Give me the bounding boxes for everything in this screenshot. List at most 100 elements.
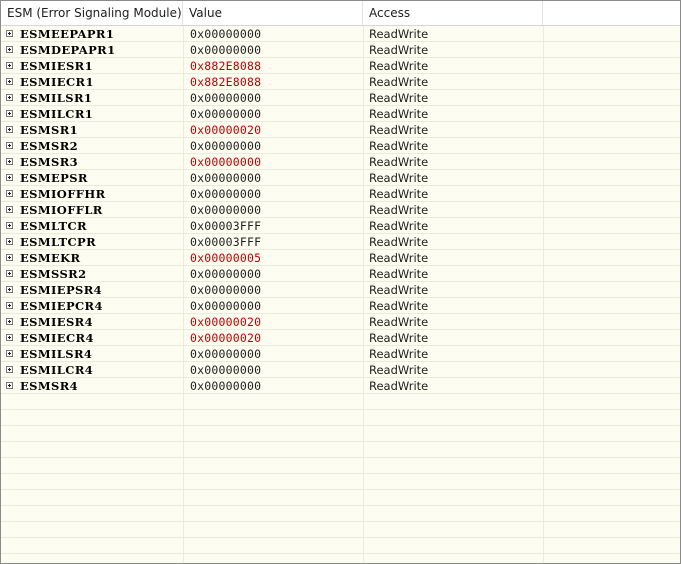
register-value[interactable]: 0x00003FFF	[190, 218, 360, 234]
expand-plus-icon[interactable]	[6, 302, 13, 309]
register-value[interactable]: 0x00000000	[190, 362, 360, 378]
register-name-cell: ESMIESR4	[1, 314, 183, 330]
column-header-access[interactable]: Access	[363, 1, 543, 25]
register-name: ESMIOFFLR	[20, 203, 103, 217]
register-name-cell: ESMILSR4	[1, 346, 183, 362]
register-value[interactable]: 0x00000000	[190, 154, 360, 170]
register-row[interactable]: ESMILSR4 0x00000000 ReadWrite	[1, 346, 680, 362]
register-name-cell: ESMIEPCR4	[1, 298, 183, 314]
register-value[interactable]: 0x00000000	[190, 346, 360, 362]
register-value[interactable]: 0x00000020	[190, 330, 360, 346]
register-row[interactable]: ESMIEPCR4 0x00000000 ReadWrite	[1, 298, 680, 314]
register-value[interactable]: 0x00000000	[190, 378, 360, 394]
register-row[interactable]: ESMILSR1 0x00000000 ReadWrite	[1, 90, 680, 106]
expand-plus-icon[interactable]	[6, 94, 13, 101]
register-row[interactable]: ESMLTCR 0x00003FFF ReadWrite	[1, 218, 680, 234]
register-name: ESMDEPAPR1	[20, 43, 116, 57]
register-row[interactable]: ESMILCR4 0x00000000 ReadWrite	[1, 362, 680, 378]
expand-plus-icon[interactable]	[6, 110, 13, 117]
register-row[interactable]: ESMSR3 0x00000000 ReadWrite	[1, 154, 680, 170]
register-name-cell: ESMIEPSR4	[1, 282, 183, 298]
register-row[interactable]: ESMDEPAPR1 0x00000000 ReadWrite	[1, 42, 680, 58]
register-name: ESMSSR2	[20, 267, 87, 281]
expand-plus-icon[interactable]	[6, 206, 13, 213]
register-row[interactable]: ESMEEPAPR1 0x00000000 ReadWrite	[1, 26, 680, 42]
register-row[interactable]: ESMIESR1 0x882E8088 ReadWrite	[1, 58, 680, 74]
register-value[interactable]: 0x882E8088	[190, 58, 360, 74]
register-value[interactable]: 0x00000000	[190, 170, 360, 186]
register-name: ESMIESR1	[20, 59, 94, 73]
register-name-cell: ESMILSR1	[1, 90, 183, 106]
register-name-cell: ESMILCR4	[1, 362, 183, 378]
register-name: ESMEPSR	[20, 171, 88, 185]
register-access: ReadWrite	[369, 331, 429, 345]
expand-plus-icon[interactable]	[6, 78, 13, 85]
expand-plus-icon[interactable]	[6, 126, 13, 133]
register-value[interactable]: 0x00000000	[190, 298, 360, 314]
register-row[interactable]: ESMEPSR 0x00000000 ReadWrite	[1, 170, 680, 186]
register-value[interactable]: 0x00003FFF	[190, 234, 360, 250]
expand-plus-icon[interactable]	[6, 158, 13, 165]
register-name-cell: ESMSR4	[1, 378, 183, 394]
register-value[interactable]: 0x00000000	[190, 282, 360, 298]
register-value[interactable]: 0x00000000	[190, 186, 360, 202]
register-name-cell: ESMSR2	[1, 138, 183, 154]
expand-plus-icon[interactable]	[6, 254, 13, 261]
expand-plus-icon[interactable]	[6, 46, 13, 53]
expand-plus-icon[interactable]	[6, 318, 13, 325]
register-row[interactable]: ESMSSR2 0x00000000 ReadWrite	[1, 266, 680, 282]
register-value[interactable]: 0x00000000	[190, 90, 360, 106]
column-header-row: ESM (Error Signaling Module) Value Acces…	[1, 1, 680, 26]
expand-plus-icon[interactable]	[6, 350, 13, 357]
register-value[interactable]: 0x882E8088	[190, 74, 360, 90]
register-row[interactable]: ESMIOFFHR 0x00000000 ReadWrite	[1, 186, 680, 202]
register-access: ReadWrite	[369, 379, 429, 393]
register-value[interactable]: 0x00000000	[190, 26, 360, 42]
register-row[interactable]: ESMIECR1 0x882E8088 ReadWrite	[1, 74, 680, 90]
column-header-value[interactable]: Value	[183, 1, 363, 25]
expand-plus-icon[interactable]	[6, 270, 13, 277]
column-header-empty	[543, 1, 680, 25]
expand-plus-icon[interactable]	[6, 238, 13, 245]
register-value[interactable]: 0x00000005	[190, 250, 360, 266]
register-row[interactable]: ESMIEPSR4 0x00000000 ReadWrite	[1, 282, 680, 298]
register-name: ESMSR1	[20, 123, 79, 137]
register-access: ReadWrite	[369, 347, 429, 361]
expand-plus-icon[interactable]	[6, 286, 13, 293]
register-value[interactable]: 0x00000020	[190, 314, 360, 330]
register-name: ESMLTCR	[20, 219, 88, 233]
register-access: ReadWrite	[369, 107, 429, 121]
register-value[interactable]: 0x00000000	[190, 106, 360, 122]
expand-plus-icon[interactable]	[6, 382, 13, 389]
register-name: ESMLTCPR	[20, 235, 97, 249]
register-value[interactable]: 0x00000000	[190, 138, 360, 154]
register-access: ReadWrite	[369, 171, 429, 185]
register-access: ReadWrite	[369, 315, 429, 329]
column-header-name[interactable]: ESM (Error Signaling Module)	[1, 1, 183, 25]
register-row[interactable]: ESMEKR 0x00000005 ReadWrite	[1, 250, 680, 266]
register-value[interactable]: 0x00000020	[190, 122, 360, 138]
expand-plus-icon[interactable]	[6, 30, 13, 37]
register-row[interactable]: ESMSR2 0x00000000 ReadWrite	[1, 138, 680, 154]
expand-plus-icon[interactable]	[6, 62, 13, 69]
expand-plus-icon[interactable]	[6, 222, 13, 229]
expand-plus-icon[interactable]	[6, 174, 13, 181]
register-row[interactable]: ESMILCR1 0x00000000 ReadWrite	[1, 106, 680, 122]
register-value[interactable]: 0x00000000	[190, 266, 360, 282]
register-access: ReadWrite	[369, 27, 429, 41]
register-row[interactable]: ESMLTCPR 0x00003FFF ReadWrite	[1, 234, 680, 250]
register-row[interactable]: ESMSR1 0x00000020 ReadWrite	[1, 122, 680, 138]
register-row[interactable]: ESMIECR4 0x00000020 ReadWrite	[1, 330, 680, 346]
register-name-cell: ESMEKR	[1, 250, 183, 266]
register-value[interactable]: 0x00000000	[190, 202, 360, 218]
register-row[interactable]: ESMSR4 0x00000000 ReadWrite	[1, 378, 680, 394]
register-value[interactable]: 0x00000000	[190, 42, 360, 58]
register-row[interactable]: ESMIOFFLR 0x00000000 ReadWrite	[1, 202, 680, 218]
expand-plus-icon[interactable]	[6, 334, 13, 341]
register-row[interactable]: ESMIESR4 0x00000020 ReadWrite	[1, 314, 680, 330]
register-access: ReadWrite	[369, 283, 429, 297]
register-name: ESMILCR4	[20, 363, 94, 377]
expand-plus-icon[interactable]	[6, 366, 13, 373]
expand-plus-icon[interactable]	[6, 142, 13, 149]
expand-plus-icon[interactable]	[6, 190, 13, 197]
